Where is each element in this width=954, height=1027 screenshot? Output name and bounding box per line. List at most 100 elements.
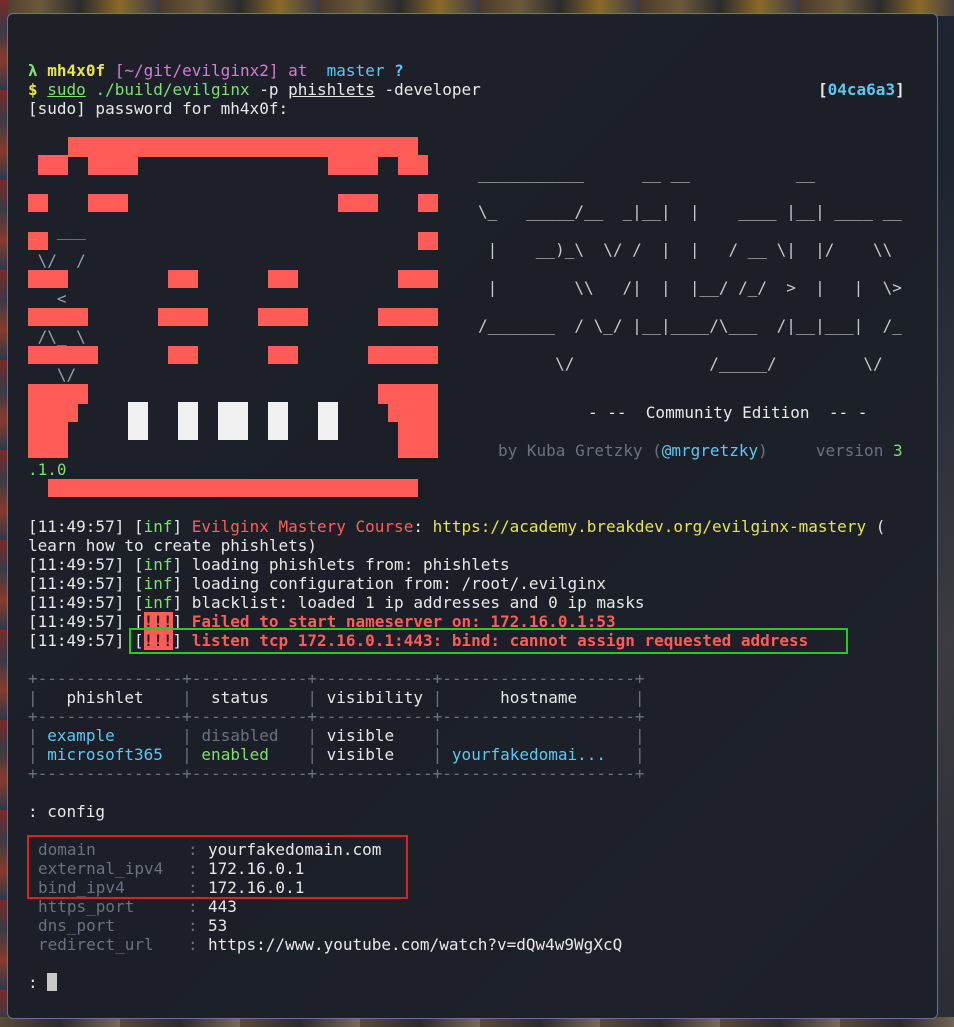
logo-block <box>28 194 48 212</box>
annotation-red-box <box>27 835 408 899</box>
logo-block <box>28 402 78 422</box>
table-header-row: | phishlet | status | visibility | hostn… <box>28 688 645 707</box>
phishlet-visibility: visible <box>326 726 395 745</box>
ascii-line: \_ _____/__ _|__| | ____ |__| ____ __ <box>478 202 902 221</box>
sudo-password-prompt: [sudo] password for mh4x0f: <box>28 99 289 118</box>
command-binary: ./build/evilginx <box>95 80 250 99</box>
logo-block <box>398 420 438 440</box>
logo-tooth <box>218 402 248 440</box>
edition-label: - -- Community Edition -- - <box>588 403 868 422</box>
config-key: https_port <box>38 897 135 916</box>
table-border: +---------------+------------+----------… <box>28 707 645 726</box>
log-line-wrap: learn how to create phishlets) <box>28 536 317 555</box>
phishlet-visibility: visible <box>326 745 395 764</box>
command-input[interactable]: : <box>28 973 58 992</box>
config-row: dns_port:53 <box>38 916 228 935</box>
logo-block <box>88 194 128 212</box>
phishlet-status: enabled <box>201 745 269 764</box>
config-key: redirect_url <box>38 935 154 954</box>
prompt-git-status: ? <box>394 61 404 80</box>
text-cursor <box>47 973 58 991</box>
col-status: status <box>211 688 269 707</box>
commit-hash: 04ca6a3 <box>827 80 896 99</box>
logo-block <box>258 308 308 326</box>
config-command: : config <box>28 802 106 821</box>
log-line: [11:49:57] [inf] loading configuration f… <box>28 574 606 593</box>
ascii-line: \/ /_____/ \/ <box>478 354 883 373</box>
phishlet-status: disabled <box>201 726 279 745</box>
config-value: 53 <box>208 916 228 935</box>
command-flag-developer: -developer <box>384 80 481 99</box>
logo-block <box>48 479 418 497</box>
prompt-path: [~/git/evilginx2] <box>114 61 279 80</box>
table-border: +---------------+------------+----------… <box>28 669 645 688</box>
logo-tooth <box>178 402 198 440</box>
table-row: | microsoft365 | enabled | visible | you… <box>28 745 645 764</box>
annotation-green-box <box>129 628 848 654</box>
prompt-at: at <box>278 61 318 80</box>
author-handle: @mrgretzky <box>661 441 759 460</box>
author-line: by Kuba Gretzky (@mrgretzky) version 3 <box>498 441 903 460</box>
ascii-line: ___________ __ __ __ <box>478 164 816 183</box>
logo-block <box>268 346 298 364</box>
ascii-wrap-line: \/ / <box>28 251 86 270</box>
command-line: $ sudo ./build/evilginx -p phishlets -de… <box>28 80 481 99</box>
config-key: dns_port <box>38 916 116 935</box>
phishlet-name: example <box>47 726 115 745</box>
table-border: +---------------+------------+----------… <box>28 764 645 783</box>
lambda-glyph: λ <box>28 61 38 80</box>
ascii-wrap-line: < <box>28 289 67 308</box>
ascii-wrap-line: _ ___ <box>28 221 86 240</box>
logo-block <box>398 155 428 175</box>
ascii-line: /_______ / \_/ |__|____/\___ /|__|___| /… <box>478 316 902 335</box>
prompt-user: mh4x0f <box>47 61 106 80</box>
version-major: 3 <box>892 441 903 460</box>
command-flag-p: -p <box>259 80 279 99</box>
logo-block <box>388 402 438 422</box>
logo-block <box>418 194 438 212</box>
log-line: [11:49:57] [inf] blacklist: loaded 1 ip … <box>28 593 645 612</box>
logo-tooth <box>318 402 338 440</box>
log-line: [11:49:57] [inf] Evilginx Mastery Course… <box>28 517 886 536</box>
logo-block <box>328 155 378 175</box>
command-phishlets-arg: phishlets <box>288 80 375 99</box>
command-sudo: sudo <box>47 80 86 99</box>
logo-block <box>28 270 68 288</box>
course-title: Evilginx Mastery Course <box>191 517 414 536</box>
logo-block <box>398 270 438 288</box>
logo-block <box>368 346 438 364</box>
logo-block <box>68 137 418 157</box>
commit-badge: [04ca6a3] <box>818 80 905 99</box>
ascii-wrap-line: \/ <box>28 365 77 384</box>
logo-block <box>378 384 438 404</box>
version-rest: .1.0 <box>28 460 67 479</box>
shell-prompt: λ mh4x0f [~/git/evilginx2] at master ? <box>28 61 404 80</box>
phishlet-hostname: yourfakedomai... <box>451 745 607 764</box>
log-line: [11:49:57] [inf] loading phishlets from:… <box>28 555 510 574</box>
config-row: https_port:443 <box>38 897 237 916</box>
config-value: https://www.youtube.com/watch?v=dQw4w9Wg… <box>208 935 623 954</box>
ascii-wrap-line: /\_ \ <box>28 327 86 346</box>
logo-tooth <box>128 402 148 440</box>
logo-block <box>158 308 208 326</box>
config-row: redirect_url: https://www.youtube.com/wat… <box>38 935 623 954</box>
table-row: | example | disabled | visible | | <box>28 726 645 745</box>
col-visibility: visibility <box>326 688 423 707</box>
logo-block <box>418 232 438 250</box>
logo-block <box>168 270 198 288</box>
logo-block <box>88 155 138 175</box>
course-url: https://academy.breakdev.org/evilginx-ma… <box>432 517 867 536</box>
ascii-line: | __)_\ \/ / | | / __ \| |/ \\ <box>478 240 893 259</box>
logo-block <box>168 346 198 364</box>
terminal-window[interactable]: λ mh4x0f [~/git/evilginx2] at master ? $… <box>7 13 938 1019</box>
logo-block <box>28 384 88 404</box>
logo-block <box>28 420 68 440</box>
logo-block <box>338 194 378 212</box>
config-value: 443 <box>208 897 237 916</box>
logo-block <box>28 438 68 458</box>
logo-block <box>268 270 298 288</box>
ascii-line: | \\ /| | |__/ /_/ > | | \> <box>478 278 902 297</box>
phishlet-name: microsoft365 <box>47 745 163 764</box>
col-hostname: hostname <box>500 688 578 707</box>
input-prompt: : <box>28 973 48 992</box>
